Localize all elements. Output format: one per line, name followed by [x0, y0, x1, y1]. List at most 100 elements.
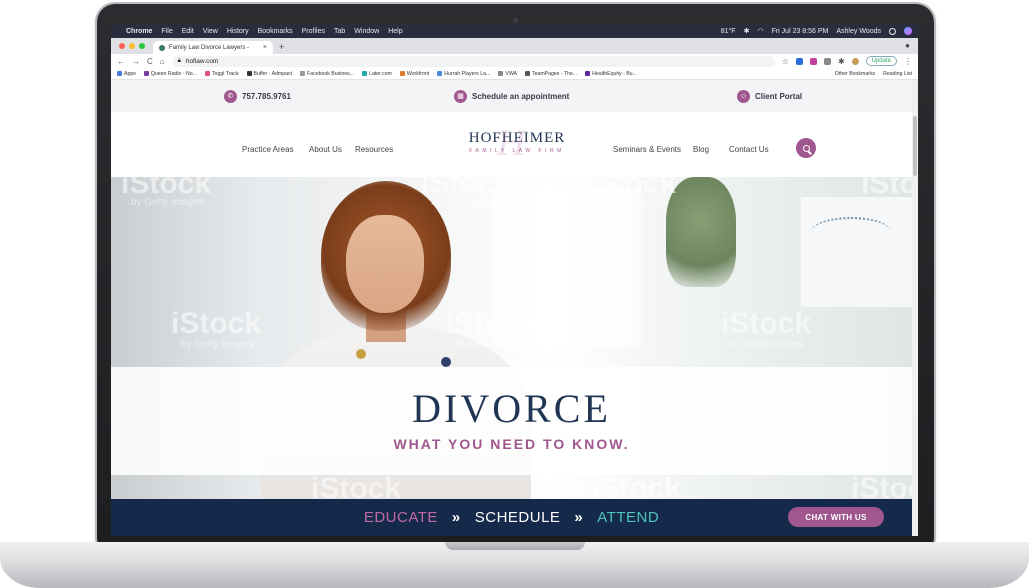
- wifi-icon[interactable]: ◠: [757, 27, 763, 35]
- lock-icon[interactable]: 🔒︎: [178, 58, 181, 65]
- close-tab-icon[interactable]: ×: [263, 44, 267, 51]
- page-scrollbar[interactable]: [912, 80, 918, 536]
- menu-edit[interactable]: Edit: [182, 28, 194, 35]
- menubar-clock[interactable]: Fri Jul 23 8:56 PM: [772, 28, 829, 35]
- address-bar[interactable]: 🔒︎ hoflaw.com: [171, 55, 775, 67]
- site-nav: Practice Areas About Us Resources H HOFH…: [111, 112, 912, 177]
- schedule-link[interactable]: ▦ Schedule an appointment: [454, 89, 569, 103]
- siri-icon[interactable]: [904, 27, 912, 35]
- hero-banner: DIVORCE WHAT YOU NEED TO KNOW.: [111, 367, 912, 475]
- menu-window[interactable]: Window: [354, 28, 379, 35]
- reload-icon[interactable]: C: [147, 57, 153, 66]
- bookmark-item[interactable]: Queen Radio - No...: [143, 71, 197, 77]
- bookmark-item[interactable]: Toggl Track: [204, 71, 239, 77]
- window-controls: [111, 43, 153, 54]
- laptop-screen: Chrome File Edit View History Bookmarks …: [111, 24, 918, 536]
- user-icon: ☺: [737, 89, 750, 103]
- profile-avatar[interactable]: [851, 57, 859, 65]
- browser-tab[interactable]: Family Law Divorce Lawyers - ×: [153, 41, 273, 54]
- chat-with-us-button[interactable]: CHAT WITH US: [788, 507, 884, 527]
- bookmark-item[interactable]: VWA: [498, 71, 517, 77]
- menu-view[interactable]: View: [203, 28, 218, 35]
- bookmark-star-icon[interactable]: ☆: [782, 57, 789, 66]
- scrollbar-thumb[interactable]: [913, 116, 917, 176]
- website: ✆ 757.785.9761 ▦ Schedule an appointment…: [111, 80, 918, 536]
- browser-toolbar: ← → C ⌂ 🔒︎ hoflaw.com ☆ ✱ Update ⋮: [111, 54, 918, 68]
- bookmark-item[interactable]: Buffer - Admpact: [246, 71, 292, 77]
- bookmark-item[interactable]: Facebook Busines...: [300, 71, 354, 77]
- search-icon: [802, 144, 810, 152]
- watermark-sub: by Getty Images: [131, 197, 204, 208]
- weather-status[interactable]: 81°F: [721, 28, 736, 35]
- watermark-sub: by Getty Images: [596, 197, 669, 208]
- bookmark-item[interactable]: Later.com: [362, 71, 392, 77]
- jacket-button: [441, 357, 451, 367]
- new-tab-button[interactable]: +: [273, 42, 290, 54]
- watermark: iStock: [311, 472, 402, 500]
- close-window-button[interactable]: [119, 43, 125, 49]
- other-bookmarks[interactable]: Other Bookmarks: [835, 71, 875, 77]
- bookmark-item[interactable]: Hurrah Players La...: [437, 71, 490, 77]
- calendar-icon: ▦: [454, 89, 467, 103]
- nav-seminars-events[interactable]: Seminars & Events: [613, 145, 681, 154]
- nav-practice-areas[interactable]: Practice Areas: [242, 145, 294, 154]
- watermark-sub: by Getty Images: [456, 339, 529, 350]
- spotlight-icon[interactable]: [889, 27, 896, 35]
- forward-icon[interactable]: →: [132, 57, 140, 66]
- browser-menu-icon[interactable]: ⋮: [904, 57, 912, 66]
- menu-tab[interactable]: Tab: [334, 28, 345, 35]
- menubar-user[interactable]: Ashley Woods: [836, 28, 881, 35]
- nav-resources[interactable]: Resources: [355, 145, 393, 154]
- menu-help[interactable]: Help: [388, 28, 402, 35]
- menu-app-name[interactable]: Chrome: [126, 28, 152, 35]
- menubar-status: 81°F ✱ ◠ Fri Jul 23 8:56 PM Ashley Woods: [721, 27, 912, 35]
- bookmark-item[interactable]: HealthEquity - Bu...: [585, 71, 637, 77]
- bookmark-favicon-icon: [399, 70, 405, 76]
- cta-educate[interactable]: EDUCATE: [364, 509, 438, 526]
- phone-link[interactable]: ✆ 757.785.9761: [224, 89, 291, 103]
- bookmark-item[interactable]: Apps: [117, 71, 136, 77]
- phone-icon: ✆: [224, 89, 237, 103]
- menu-history[interactable]: History: [227, 28, 249, 35]
- extension-icon[interactable]: [795, 57, 803, 65]
- reading-list[interactable]: Reading List: [883, 71, 912, 77]
- client-portal-label[interactable]: Client Portal: [755, 92, 802, 101]
- extensions-puzzle-icon[interactable]: ✱: [838, 57, 845, 66]
- bookmarks-right: Other Bookmarks Reading List: [835, 71, 912, 77]
- address-url[interactable]: hoflaw.com: [186, 58, 219, 65]
- bookmark-favicon-icon: [300, 70, 306, 76]
- hero-subtitle: WHAT YOU NEED TO KNOW.: [393, 436, 630, 452]
- watermark: iStock: [171, 307, 262, 340]
- client-portal-link[interactable]: ☺ Client Portal: [737, 89, 802, 103]
- nav-contact-us[interactable]: Contact Us: [729, 145, 769, 154]
- nav-about-us[interactable]: About Us: [309, 145, 342, 154]
- camera: [513, 18, 518, 23]
- hero-image: iStock by Getty Images iStock by Getty I…: [111, 177, 912, 500]
- cta-separator: »: [451, 509, 461, 526]
- minimize-window-button[interactable]: [129, 43, 135, 49]
- menu-bookmarks[interactable]: Bookmarks: [258, 28, 293, 35]
- watermark-sub: by Getty Images: [431, 197, 504, 208]
- bookmark-item[interactable]: Workfront: [399, 70, 429, 77]
- menu-profiles[interactable]: Profiles: [302, 28, 325, 35]
- extension-icon[interactable]: [809, 57, 817, 65]
- extension-icon[interactable]: [823, 57, 831, 65]
- bookmark-favicon-icon: [362, 70, 368, 76]
- back-icon[interactable]: ←: [117, 57, 125, 66]
- home-icon[interactable]: ⌂: [160, 57, 165, 66]
- bluetooth-icon[interactable]: ✱: [744, 27, 750, 35]
- update-button[interactable]: Update: [865, 56, 897, 66]
- bookmark-item[interactable]: TeamPages - The...: [525, 71, 577, 77]
- maximize-window-button[interactable]: [139, 43, 145, 49]
- cta-attend[interactable]: ATTEND: [597, 509, 659, 526]
- plant: [666, 177, 736, 287]
- phone-number[interactable]: 757.785.9761: [242, 92, 291, 101]
- site-search-button[interactable]: [796, 138, 816, 158]
- watermark: iStock: [591, 472, 682, 500]
- menu-file[interactable]: File: [161, 28, 172, 35]
- site-logo[interactable]: H HOFHEIMER FAMILY LAW FIRM: [455, 124, 579, 164]
- schedule-label[interactable]: Schedule an appointment: [472, 92, 569, 101]
- cta-schedule[interactable]: SCHEDULE: [475, 509, 561, 526]
- nav-blog[interactable]: Blog: [693, 145, 709, 154]
- tab-search-icon[interactable]: ●: [897, 41, 918, 54]
